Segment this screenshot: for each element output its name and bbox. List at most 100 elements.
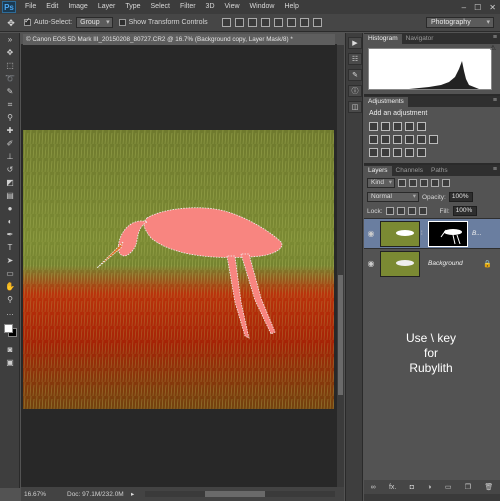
layer-thumbnail[interactable]	[380, 250, 420, 277]
horizontal-scrollbar[interactable]	[145, 491, 335, 497]
menu-3d[interactable]: 3D	[201, 0, 220, 14]
dodge-tool-icon[interactable]: ◐	[2, 215, 18, 228]
more-tools-icon[interactable]: …	[2, 306, 18, 319]
menu-window[interactable]: Window	[245, 0, 280, 14]
lock-all-icon[interactable]	[418, 207, 427, 215]
crop-tool-icon[interactable]: ⌗	[2, 98, 18, 111]
quick-select-tool-icon[interactable]: ✎	[2, 85, 18, 98]
lock-pixels-icon[interactable]	[396, 207, 405, 215]
minimize-icon[interactable]: –	[462, 3, 466, 12]
align-bottom-icon[interactable]	[247, 18, 257, 27]
align-top-icon[interactable]	[221, 18, 231, 27]
tab-navigator[interactable]: Navigator	[402, 34, 438, 44]
tab-layers[interactable]: Layers	[364, 166, 392, 176]
cache-warning-icon[interactable]: ⚠	[490, 44, 496, 52]
visibility-eye-icon[interactable]: ◉	[364, 229, 378, 238]
zoom-level[interactable]: 16.67%	[21, 491, 61, 498]
show-transform-checkbox[interactable]	[118, 19, 126, 26]
hand-tool-icon[interactable]: ✋	[2, 280, 18, 293]
scroll-thumb[interactable]	[338, 275, 343, 395]
menu-layer[interactable]: Layer	[93, 0, 121, 14]
pen-tool-icon[interactable]: ✒	[2, 228, 18, 241]
trash-icon[interactable]: 🗑	[484, 483, 493, 491]
tab-channels[interactable]: Channels	[392, 166, 427, 176]
align-vcenter-icon[interactable]	[234, 18, 244, 27]
menu-file[interactable]: File	[20, 0, 41, 14]
layer-mask-thumbnail[interactable]	[428, 220, 468, 247]
lock-transparent-icon[interactable]	[385, 207, 394, 215]
layer-style-icon[interactable]: fx.	[389, 484, 396, 491]
shape-tool-icon[interactable]: ▭	[2, 267, 18, 280]
mask-link-icon[interactable]: ⁞	[421, 231, 425, 237]
document-image[interactable]	[23, 130, 334, 409]
posterize-icon[interactable]	[381, 148, 390, 157]
threshold-icon[interactable]	[393, 148, 402, 157]
invert-icon[interactable]	[369, 148, 378, 157]
gradient-tool-icon[interactable]: ▤	[2, 189, 18, 202]
close-icon[interactable]: ✕	[489, 3, 496, 12]
scroll-thumb[interactable]	[205, 491, 265, 497]
path-select-tool-icon[interactable]: ➤	[2, 254, 18, 267]
type-tool-icon[interactable]: T	[2, 241, 18, 254]
tab-adjustments[interactable]: Adjustments	[364, 97, 408, 107]
new-group-icon[interactable]: ▭	[445, 483, 452, 491]
status-menu-arrow-icon[interactable]: ▸	[131, 490, 141, 498]
canvas-area[interactable]	[21, 45, 337, 487]
vertical-scrollbar[interactable]	[337, 45, 344, 487]
kind-filter-dropdown[interactable]: Kind	[367, 178, 396, 188]
maximize-icon[interactable]: ☐	[474, 3, 481, 12]
menu-edit[interactable]: Edit	[41, 0, 63, 14]
fill-field[interactable]: 100%	[452, 206, 477, 216]
brush-presets-icon[interactable]: ✎	[348, 69, 362, 81]
stamp-tool-icon[interactable]: ⊥	[2, 150, 18, 163]
blend-mode-dropdown[interactable]: Normal	[367, 192, 419, 202]
move-tool-icon[interactable]: ✥	[2, 46, 18, 59]
panel-menu-icon[interactable]: ≡	[493, 34, 497, 41]
lasso-tool-icon[interactable]: ➰	[2, 72, 18, 85]
zoom-tool-icon[interactable]: ⚲	[2, 293, 18, 306]
color-lookup-icon[interactable]	[429, 135, 438, 144]
hue-saturation-icon[interactable]	[369, 135, 378, 144]
opacity-field[interactable]: 100%	[448, 192, 473, 202]
info-icon[interactable]: ⓘ	[348, 85, 362, 97]
gradient-map-icon[interactable]	[405, 148, 414, 157]
layer-name[interactable]: B...	[472, 230, 482, 237]
color-balance-icon[interactable]	[381, 135, 390, 144]
eraser-tool-icon[interactable]: ◩	[2, 176, 18, 189]
document-tab[interactable]: © Canon EOS 5D Mark III_20150208_80727.C…	[23, 34, 335, 45]
distribute-icon[interactable]	[299, 18, 309, 27]
align-hcenter-icon[interactable]	[273, 18, 283, 27]
align-right-icon[interactable]	[286, 18, 296, 27]
tab-paths[interactable]: Paths	[427, 166, 452, 176]
eyedropper-tool-icon[interactable]: ⚲	[2, 111, 18, 124]
properties-icon[interactable]: ☷	[348, 53, 362, 65]
channel-mixer-icon[interactable]	[417, 135, 426, 144]
black-white-icon[interactable]	[393, 135, 402, 144]
filter-smart-icon[interactable]	[442, 179, 451, 187]
distribute-icon[interactable]	[312, 18, 322, 27]
menu-help[interactable]: Help	[279, 0, 303, 14]
panel-menu-icon[interactable]: ≡	[493, 166, 497, 173]
curves-icon[interactable]	[393, 122, 402, 131]
brush-tool-icon[interactable]: ✐	[2, 137, 18, 150]
quick-mask-icon[interactable]: ◙	[2, 343, 18, 356]
clone-source-icon[interactable]: ◫	[348, 101, 362, 113]
blur-tool-icon[interactable]: ●	[2, 202, 18, 215]
layer-name[interactable]: Background	[428, 260, 463, 267]
color-swatches[interactable]	[2, 323, 18, 339]
visibility-eye-icon[interactable]: ◉	[364, 259, 378, 268]
move-tool-icon[interactable]: ✥	[4, 17, 18, 29]
history-brush-icon[interactable]: ↺	[2, 163, 18, 176]
layer-row-background-copy[interactable]: ◉ ⁞ B...	[364, 218, 500, 248]
levels-icon[interactable]	[381, 122, 390, 131]
lock-position-icon[interactable]	[407, 207, 416, 215]
brightness-icon[interactable]	[369, 122, 378, 131]
menu-filter[interactable]: Filter	[175, 0, 201, 14]
auto-select-dropdown[interactable]: Group	[76, 17, 113, 28]
menu-select[interactable]: Select	[146, 0, 175, 14]
layer-row-background[interactable]: ◉ Background 🔒	[364, 248, 500, 278]
vibrance-icon[interactable]	[417, 122, 426, 131]
align-left-icon[interactable]	[260, 18, 270, 27]
filter-adjustment-icon[interactable]	[409, 179, 418, 187]
new-adjustment-icon[interactable]: ◑	[427, 484, 431, 491]
